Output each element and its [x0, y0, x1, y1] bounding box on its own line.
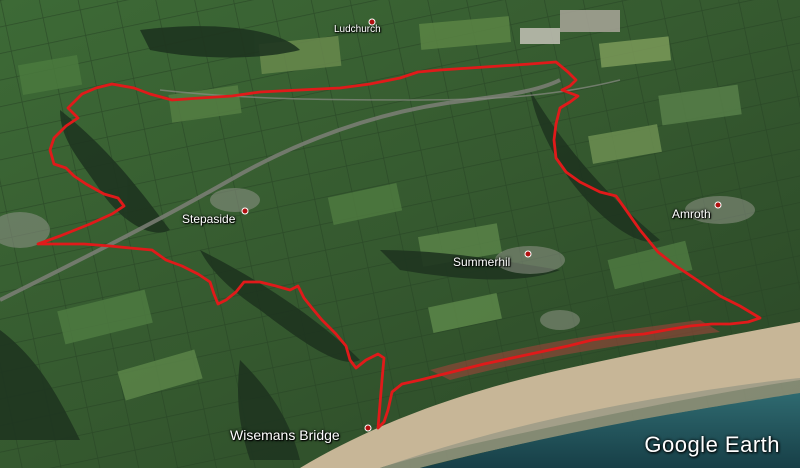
place-label-summerhill[interactable]: Summerhil: [453, 255, 510, 269]
amroth-marker: [714, 201, 722, 209]
place-label-wisemans-bridge[interactable]: Wisemans Bridge: [230, 427, 340, 443]
google-earth-watermark: Google Earth: [644, 432, 780, 457]
map-imagery: [0, 0, 800, 468]
summerhill-marker: [524, 250, 532, 258]
place-label-ludchurch[interactable]: Ludchurch: [334, 24, 381, 35]
place-label-amroth[interactable]: Amroth: [672, 207, 711, 221]
satellite-map[interactable]: Ludchurch Stepaside Summerhil Amroth Wis…: [0, 0, 800, 468]
stepaside-marker: [241, 207, 249, 215]
place-label-stepaside[interactable]: Stepaside: [182, 212, 235, 226]
wisemans-bridge-marker: [364, 424, 372, 432]
